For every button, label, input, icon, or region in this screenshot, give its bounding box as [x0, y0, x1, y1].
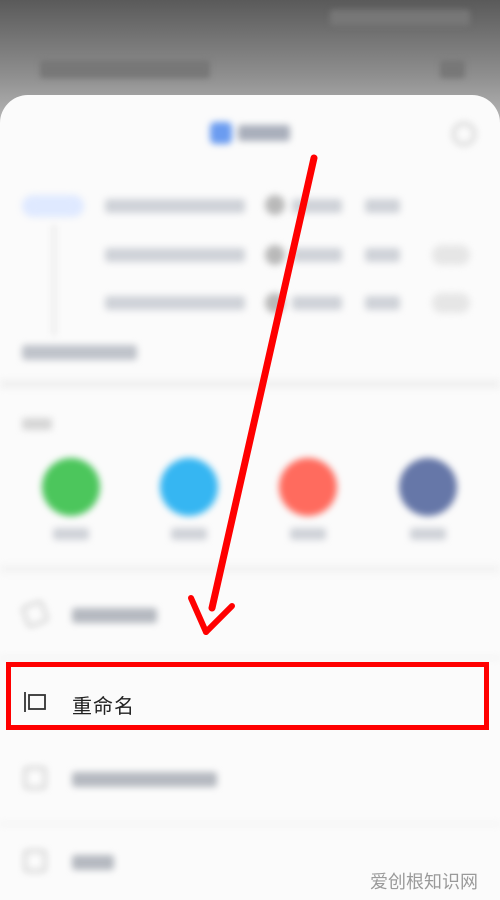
watermark: 爱创根知识网: [370, 872, 478, 893]
annotation-arrow: [188, 154, 318, 635]
